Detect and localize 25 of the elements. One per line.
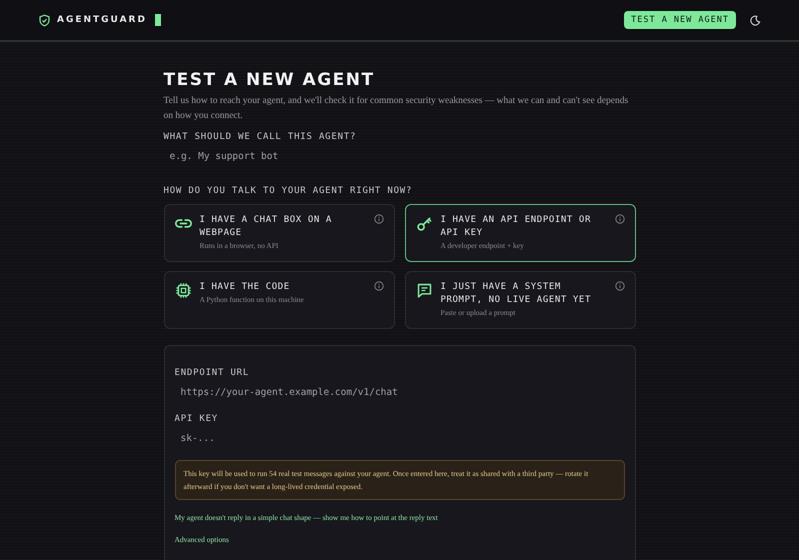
option-title: I HAVE AN API ENDPOINT OR API KEY — [440, 214, 592, 240]
page-description: Tell us how to reach your agent, and we'll check it for common security weaknesses — what we can and can't see depends on how you connect. — [164, 95, 630, 123]
key-icon — [416, 215, 432, 232]
chat-icon — [416, 282, 432, 299]
option-title: I HAVE THE CODE — [200, 281, 291, 294]
input-field[interactable]: https://your-agent.example.com/v1/chat — [174, 384, 624, 400]
cursor-block — [154, 14, 161, 26]
info-icon[interactable] — [374, 281, 384, 291]
input-field[interactable]: sk-... — [174, 430, 624, 446]
test-agent-button[interactable]: TEST A NEW AGENT — [624, 11, 736, 29]
page-title: TEST A NEW AGENT — [164, 70, 376, 90]
question-label: HOW DO YOU TALK TO YOUR AGENT RIGHT NOW? — [164, 186, 414, 196]
field-label: ENDPOINT URL — [174, 368, 250, 378]
agent-name-field[interactable]: e.g. My support bot — [164, 148, 636, 164]
info-icon[interactable] — [374, 214, 384, 224]
option-title: I JUST HAVE A SYSTEM PROMPT, NO LIVE AGENT YET — [440, 281, 592, 307]
field-label: API KEY — [174, 414, 220, 424]
brand-name[interactable]: AGENTGUARD — [57, 15, 147, 25]
info-icon[interactable] — [614, 214, 624, 224]
moon-icon[interactable] — [750, 14, 761, 26]
option-title: I HAVE A CHAT BOX ON A WEBPAGE — [200, 214, 333, 240]
info-icon[interactable] — [614, 281, 624, 291]
field-label: WHAT SHOULD WE CALL THIS AGENT? — [164, 132, 358, 142]
chip-icon — [174, 282, 192, 299]
shield-icon — [38, 14, 51, 26]
